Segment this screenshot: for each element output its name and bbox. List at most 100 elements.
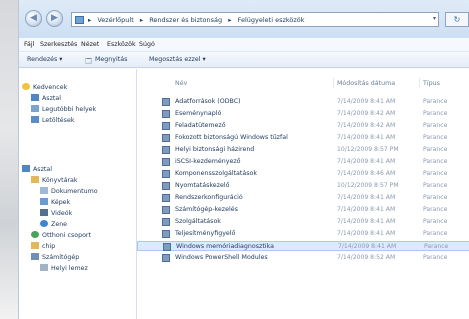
breadcrumb-separator: ▸ [139,16,144,24]
file-row[interactable]: Windows PowerShell Modules 7/14/2009 8:52… [137,253,469,263]
file-name: Windows memóriadiagnosztika [176,243,274,250]
nav-desktop[interactable]: Asztal [31,94,61,104]
drive-icon [40,264,48,271]
file-name: Komponensszolgáltatások [175,170,258,177]
nav-computer[interactable]: Számítógép [31,253,79,263]
menu-help[interactable]: Súgó [139,41,155,48]
file-type: Parance [423,194,448,201]
file-row-selected[interactable]: Windows memóriadiagnosztika 7/14/2009 8:4… [137,241,469,251]
back-button[interactable]: ◀ [25,10,42,27]
open-button-icon: 🗔 [85,58,92,65]
menu-bar: Fájl Szerkesztés Nézet Eszközök Súgó [19,38,469,52]
pictures-icon [40,198,48,205]
file-row[interactable]: Eseménynapló 7/14/2009 8:42 AM Parance [137,109,469,119]
nav-music[interactable]: Zene [40,220,67,230]
shortcut-icon [162,146,170,154]
file-date: 7/14/2009 8:52 AM [337,254,396,261]
file-date: 7/14/2009 8:41 AM [338,243,397,250]
shortcut-icon [162,254,170,262]
file-row[interactable]: Szolgáltatások 7/14/2009 8:41 AM Parance [137,217,469,227]
refresh-button[interactable]: ↻ [445,12,469,27]
file-row[interactable]: Helyi biztonsági házirend 10/12/2009 8:57… [137,145,469,155]
shortcut-icon [162,110,170,118]
nav-downloads[interactable]: Letöltések [31,116,75,126]
homegroup-icon [31,231,39,238]
column-header-name[interactable]: Név [175,80,187,87]
breadcrumb-control-panel[interactable]: Vezérlőpult [97,16,133,24]
desktop-icon [22,165,30,172]
nav-homegroup[interactable]: Otthoni csoport [31,231,91,241]
column-divider[interactable] [419,78,420,88]
file-name: Adatforrások (ODBC) [175,98,241,105]
command-bar: Rendezés ▾ 🗔 Megnyitás Megosztás ezzel ▾ [19,52,469,68]
videos-icon [40,209,48,216]
file-row[interactable]: Teljesítményfigyelő 7/14/2009 8:41 AM Para… [137,229,469,239]
file-row[interactable]: Nyomtatáskezelő 10/12/2009 8:57 PM Parance [137,181,469,191]
nav-label: Számítógép [42,254,80,261]
nav-label: Dokumentumo [51,188,98,195]
nav-documents[interactable]: Dokumentumo [40,187,98,197]
file-row[interactable]: Feladatütemező 7/14/2009 8:42 AM Parance [137,121,469,131]
nav-label: Könyvtárak [42,177,78,184]
menu-file[interactable]: Fájl [24,41,34,48]
file-row[interactable]: Fokozott biztonságú Windows tűzfal 7/14/2… [137,133,469,143]
forward-button[interactable]: ▶ [46,10,63,27]
column-header-type[interactable]: Típus [423,80,440,87]
file-date: 10/12/2009 8:57 PM [337,182,399,189]
shortcut-icon [162,98,170,106]
file-date: 7/14/2009 8:41 AM [337,134,396,141]
file-row[interactable]: Adatforrások (ODBC) 7/14/2009 8:41 AM Para… [137,97,469,107]
share-button[interactable]: Megosztás ezzel ▾ [149,56,206,63]
file-name: Szolgáltatások [175,218,221,225]
nav-label: Zene [51,221,68,228]
file-name: Feladatütemező [175,122,226,129]
nav-label: Képek [51,199,71,206]
nav-recent-places[interactable]: Legutóbbi helyek [31,105,96,115]
navigation-pane: Kedvencek Asztal Legutóbbi helyek Letölt… [19,69,137,319]
file-name: Helyi biztonsági házirend [175,146,255,153]
libraries-icon [31,176,39,183]
column-header-date[interactable]: Módosítás dátuma [337,80,395,87]
breadcrumb-separator: ▸ [88,16,92,24]
file-name: Teljesítményfigyelő [175,230,236,237]
chevron-down-icon[interactable]: ▾ [433,15,436,22]
file-type: Parance [423,98,448,105]
organize-button[interactable]: Rendezés ▾ [27,56,62,63]
address-row: ◀ ▶ ▸ Vezérlőpult ▸ Rendszer és biztonsá… [19,0,469,38]
shortcut-icon [162,158,170,166]
nav-pictures[interactable]: Képek [40,198,70,208]
file-date: 7/14/2009 8:42 AM [337,122,396,129]
background-photo [0,0,18,319]
file-date: 7/14/2009 8:41 AM [337,218,396,225]
file-row[interactable]: Rendszerkonfiguráció 7/14/2009 8:41 AM Par… [137,193,469,203]
file-list: Név Módosítás dátuma Típus Adatforrások … [137,69,469,319]
file-row[interactable]: Komponensszolgáltatások 7/14/2009 8:46 AM… [137,169,469,179]
nav-chip[interactable]: chip [31,242,55,252]
nav-label: Otthoni csoport [42,232,91,239]
star-icon [22,83,30,90]
nav-libraries[interactable]: Könyvtárak [31,176,78,186]
nav-local-disk[interactable]: Helyi lemez [40,264,88,274]
file-name: Windows PowerShell Modules [175,254,268,261]
address-bar[interactable]: ▸ Vezérlőpult ▸ Rendszer és biztonság ▸ … [71,12,439,27]
file-type: Parance [423,230,448,237]
nav-videos[interactable]: Videók [40,209,72,219]
file-name: Számítógép-kezelés [175,206,238,213]
file-type: Parance [423,134,448,141]
menu-tools[interactable]: Eszközök [107,41,136,48]
breadcrumb-admin-tools[interactable]: Felügyeleti eszközök [238,16,305,24]
file-name: Eseménynapló [175,110,222,117]
menu-view[interactable]: Nézet [81,41,99,48]
nav-favorites[interactable]: Kedvencek [22,83,67,93]
nav-desktop-root[interactable]: Asztal [22,165,52,175]
recent-places-icon [31,105,39,112]
column-divider[interactable] [333,78,334,88]
nav-label: Helyi lemez [51,265,88,272]
shortcut-icon [162,170,170,178]
file-row[interactable]: iSCSI-kezdeményező 7/14/2009 8:41 AM Paran… [137,157,469,167]
refresh-icon: ↻ [453,15,461,24]
file-row[interactable]: Számítógép-kezelés 7/14/2009 8:41 AM Paran… [137,205,469,215]
breadcrumb-system-security[interactable]: Rendszer és biztonság [149,16,222,24]
menu-edit[interactable]: Szerkesztés [40,41,77,48]
open-button[interactable]: Megnyitás [95,56,127,63]
